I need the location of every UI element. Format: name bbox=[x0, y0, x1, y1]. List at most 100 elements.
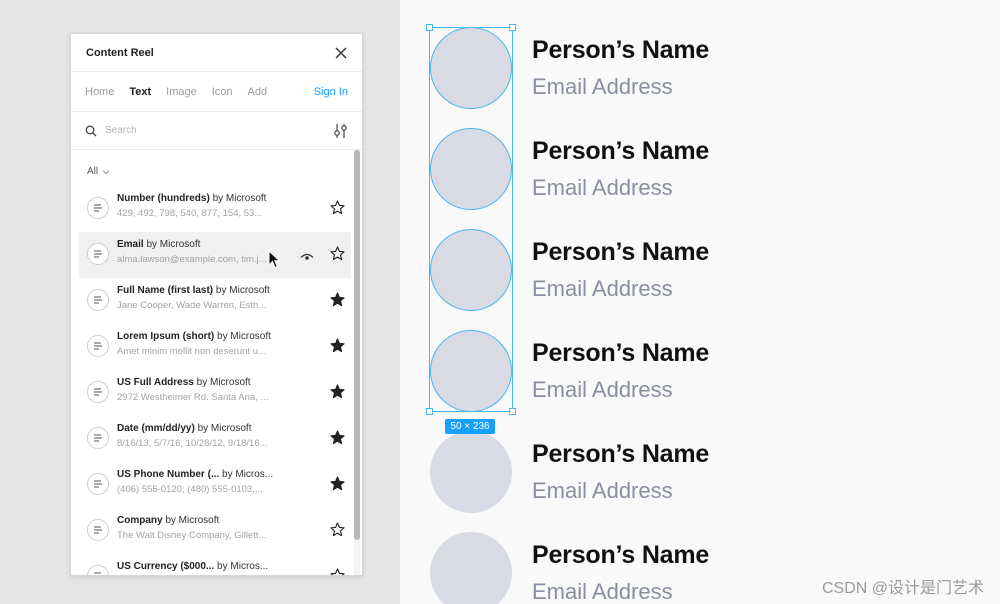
text-lines-icon bbox=[87, 473, 109, 495]
tab-bar: Home Text Image Icon Add Sign In bbox=[71, 72, 362, 112]
person-email[interactable]: Email Address bbox=[532, 377, 673, 403]
mouse-cursor-icon bbox=[268, 250, 281, 269]
close-button[interactable] bbox=[332, 44, 350, 62]
person-email[interactable]: Email Address bbox=[532, 276, 673, 302]
eye-icon[interactable] bbox=[300, 249, 314, 267]
list-item-name: Full Name (first last) bbox=[117, 285, 214, 296]
search-input[interactable] bbox=[105, 125, 305, 136]
scrollbar-thumb[interactable] bbox=[354, 150, 360, 540]
category-dropdown-label: All bbox=[87, 166, 99, 177]
text-lines-icon bbox=[87, 243, 109, 265]
content-list: All Number (hundreds) by Microsoft 429, 4… bbox=[71, 150, 362, 575]
star-filled-icon[interactable] bbox=[330, 430, 345, 450]
list-item-name: Number (hundreds) bbox=[117, 193, 210, 204]
tab-home[interactable]: Home bbox=[85, 86, 114, 98]
text-lines-icon bbox=[87, 289, 109, 311]
list-item[interactable]: Number (hundreds) by Microsoft 429, 492, … bbox=[79, 186, 351, 232]
resize-handle-bottom-right[interactable] bbox=[509, 408, 516, 415]
selection-size-badge: 50 × 236 bbox=[445, 419, 495, 434]
panel-title: Content Reel bbox=[86, 46, 154, 59]
list-item[interactable]: Full Name (first last) by Microsoft Jane … bbox=[79, 278, 351, 324]
tab-icon[interactable]: Icon bbox=[212, 86, 233, 98]
list-item-title: Email by Microsoft bbox=[117, 239, 200, 250]
list-item-title: Number (hundreds) by Microsoft bbox=[117, 193, 266, 204]
list-item-preview: 2972 Westheimer Rd. Santa Ana, ... bbox=[117, 392, 269, 403]
list-item[interactable]: US Phone Number (... by Micros... (406) 5… bbox=[79, 462, 351, 508]
tab-image[interactable]: Image bbox=[166, 86, 197, 98]
list-item-title: Full Name (first last) by Microsoft bbox=[117, 285, 270, 296]
avatar[interactable] bbox=[430, 532, 512, 604]
star-filled-icon[interactable] bbox=[330, 292, 345, 312]
list-item-author: by Microsoft bbox=[165, 515, 220, 526]
person-email[interactable]: Email Address bbox=[532, 74, 673, 100]
selection-box[interactable] bbox=[429, 27, 513, 412]
resize-handle-top-right[interactable] bbox=[509, 24, 516, 31]
list-scrollbar[interactable] bbox=[354, 150, 360, 575]
star-outline-icon[interactable] bbox=[330, 246, 345, 266]
list-item-author: by Micros... bbox=[217, 561, 269, 572]
tab-text[interactable]: Text bbox=[129, 86, 151, 98]
text-lines-icon bbox=[87, 565, 109, 575]
list-item[interactable]: US Currency ($000... by Micros... bbox=[79, 554, 351, 575]
person-name[interactable]: Person’s Name bbox=[532, 440, 709, 469]
resize-handle-top-left[interactable] bbox=[426, 24, 433, 31]
person-email[interactable]: Email Address bbox=[532, 175, 673, 201]
close-icon bbox=[335, 47, 347, 58]
list-item[interactable]: Company by Microsoft The Walt Disney Comp… bbox=[79, 508, 351, 554]
person-email[interactable]: Email Address bbox=[532, 579, 673, 604]
text-lines-icon bbox=[87, 381, 109, 403]
person-name[interactable]: Person’s Name bbox=[532, 339, 709, 368]
person-name[interactable]: Person’s Name bbox=[532, 137, 709, 166]
star-filled-icon[interactable] bbox=[330, 384, 345, 404]
list-item-title: US Phone Number (... by Micros... bbox=[117, 469, 273, 480]
category-dropdown[interactable]: All bbox=[87, 166, 110, 177]
star-filled-icon[interactable] bbox=[330, 338, 345, 358]
star-outline-icon[interactable] bbox=[330, 522, 345, 542]
list-item[interactable]: Date (mm/dd/yy) by Microsoft 8/16/13, 5/7… bbox=[79, 416, 351, 462]
person-name[interactable]: Person’s Name bbox=[532, 36, 709, 65]
content-reel-panel: Content Reel Home Text Image Icon Add Si… bbox=[70, 33, 363, 576]
list-item-title: Lorem Ipsum (short) by Microsoft bbox=[117, 331, 271, 342]
list-item-preview: Amet minim mollit non deserunt u... bbox=[117, 346, 266, 357]
star-outline-icon[interactable] bbox=[330, 200, 345, 220]
tab-add[interactable]: Add bbox=[248, 86, 268, 98]
list-item-author: by Microsoft bbox=[212, 193, 267, 204]
list-item-preview: 429, 492, 798, 540, 877, 154, 53... bbox=[117, 208, 263, 219]
text-lines-icon bbox=[87, 519, 109, 541]
sign-in-link[interactable]: Sign In bbox=[314, 86, 348, 98]
star-outline-icon[interactable] bbox=[330, 568, 345, 575]
person-name[interactable]: Person’s Name bbox=[532, 238, 709, 267]
person-email[interactable]: Email Address bbox=[532, 478, 673, 504]
list-item-author: by Microsoft bbox=[215, 285, 270, 296]
list-item[interactable]: US Full Address by Microsoft 2972 Westhei… bbox=[79, 370, 351, 416]
list-item-author: by Microsoft bbox=[196, 377, 251, 388]
text-lines-icon bbox=[87, 335, 109, 357]
text-lines-icon bbox=[87, 427, 109, 449]
list-item-author: by Microsoft bbox=[146, 239, 201, 250]
search-bar bbox=[71, 112, 362, 150]
list-item-name: Company bbox=[117, 515, 163, 526]
list-item-author: by Microsoft bbox=[197, 423, 252, 434]
avatar[interactable] bbox=[430, 431, 512, 513]
list-item-name: Email bbox=[117, 239, 144, 250]
list-item-name: Date (mm/dd/yy) bbox=[117, 423, 195, 434]
resize-handle-bottom-left[interactable] bbox=[426, 408, 433, 415]
person-name[interactable]: Person’s Name bbox=[532, 541, 709, 570]
list-item-name: Lorem Ipsum (short) bbox=[117, 331, 215, 342]
list-item-name: US Phone Number (... bbox=[117, 469, 220, 480]
watermark: CSDN @设计是门艺术 bbox=[821, 580, 984, 597]
list-item-preview: Jane Cooper, Wade Warren, Esth... bbox=[117, 300, 267, 311]
text-lines-icon bbox=[87, 197, 109, 219]
list-item-author: by Microsoft bbox=[217, 331, 271, 342]
star-filled-icon[interactable] bbox=[330, 476, 345, 496]
list-item-title: Date (mm/dd/yy) by Microsoft bbox=[117, 423, 251, 434]
list-item-name: US Full Address bbox=[117, 377, 194, 388]
list-item-author: by Micros... bbox=[222, 469, 274, 480]
list-item-title: US Full Address by Microsoft bbox=[117, 377, 251, 388]
list-item[interactable]: Email by Microsoft alma.lawson@example.co… bbox=[79, 232, 351, 278]
sliders-icon[interactable] bbox=[334, 123, 348, 139]
search-icon bbox=[85, 125, 97, 136]
list-item-title: Company by Microsoft bbox=[117, 515, 219, 526]
panel-header: Content Reel bbox=[71, 34, 362, 72]
list-item[interactable]: Lorem Ipsum (short) by Microsoft Amet min… bbox=[79, 324, 351, 370]
